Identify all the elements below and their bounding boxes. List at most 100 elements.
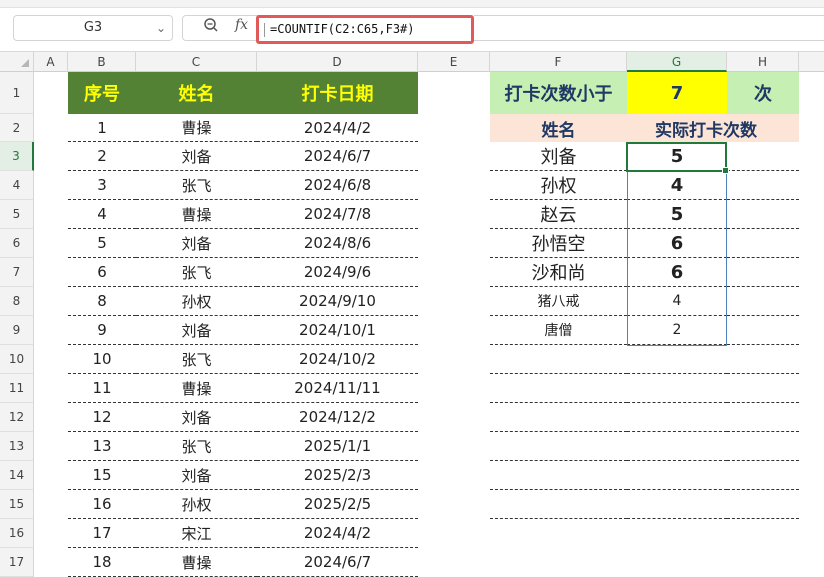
cell-date[interactable]: 2025/1/1 — [257, 432, 418, 461]
row-header[interactable]: 6 — [0, 229, 34, 258]
row-header[interactable]: 13 — [0, 432, 34, 461]
formula-input[interactable]: =COUNTIF(C2:C65,F3#) — [256, 15, 474, 44]
cell-index[interactable]: 5 — [68, 229, 136, 258]
empty-cell[interactable] — [627, 490, 727, 519]
result-name-cell[interactable]: 刘备 — [490, 142, 627, 171]
column-header-c[interactable]: C — [136, 52, 257, 72]
cell-index[interactable]: 10 — [68, 345, 136, 374]
cell-date[interactable]: 2024/6/8 — [257, 171, 418, 200]
cell-index[interactable]: 3 — [68, 171, 136, 200]
criteria-unit-cell[interactable]: 次 — [727, 72, 799, 114]
cell-index[interactable]: 15 — [68, 461, 136, 490]
cell-index[interactable]: 4 — [68, 200, 136, 229]
cell-name[interactable]: 刘备 — [136, 142, 257, 171]
cell-name[interactable]: 宋江 — [136, 519, 257, 548]
cell-index[interactable]: 12 — [68, 403, 136, 432]
result-name-cell[interactable]: 唐僧 — [490, 316, 627, 345]
row-header[interactable]: 15 — [0, 490, 34, 519]
result-name-cell[interactable]: 孙悟空 — [490, 229, 627, 258]
cell-date[interactable]: 2024/9/10 — [257, 287, 418, 316]
cell-date[interactable]: 2024/9/6 — [257, 258, 418, 287]
cell-date[interactable]: 2024/7/8 — [257, 200, 418, 229]
criteria-value-cell[interactable]: 7 — [627, 72, 727, 114]
row-header[interactable]: 10 — [0, 345, 34, 374]
empty-cell[interactable] — [727, 432, 799, 461]
cell-date[interactable]: 2024/10/2 — [257, 345, 418, 374]
fx-icon[interactable]: fx — [235, 17, 248, 33]
formula-input-extension[interactable] — [474, 15, 824, 41]
empty-cell[interactable] — [727, 287, 799, 316]
cell-date[interactable]: 2025/2/3 — [257, 461, 418, 490]
header-index[interactable]: 序号 — [68, 72, 136, 114]
result-header-name[interactable]: 姓名 — [490, 114, 627, 142]
cell-name[interactable]: 孙权 — [136, 490, 257, 519]
cell-name[interactable]: 曹操 — [136, 374, 257, 403]
empty-cell[interactable] — [727, 374, 799, 403]
cell-index[interactable]: 16 — [68, 490, 136, 519]
cell-index[interactable]: 2 — [68, 142, 136, 171]
cell-date[interactable]: 2024/6/7 — [257, 548, 418, 577]
result-name-cell[interactable]: 孙权 — [490, 171, 627, 200]
cell-date[interactable]: 2024/10/1 — [257, 316, 418, 345]
cell-index[interactable]: 1 — [68, 114, 136, 142]
empty-cell[interactable] — [727, 171, 799, 200]
cell-date[interactable]: 2024/11/11 — [257, 374, 418, 403]
name-box[interactable]: G3 ⌄ — [13, 15, 173, 41]
result-name-cell[interactable]: 沙和尚 — [490, 258, 627, 287]
empty-cell[interactable] — [627, 461, 727, 490]
row-header[interactable]: 9 — [0, 316, 34, 345]
cell-date[interactable]: 2025/2/5 — [257, 490, 418, 519]
column-header-h[interactable]: H — [727, 52, 799, 72]
header-date[interactable]: 打卡日期 — [257, 72, 418, 114]
column-header-d[interactable]: D — [257, 52, 418, 72]
cell-name[interactable]: 孙权 — [136, 287, 257, 316]
cell-name[interactable]: 张飞 — [136, 432, 257, 461]
cell-date[interactable]: 2024/8/6 — [257, 229, 418, 258]
empty-cell[interactable] — [727, 490, 799, 519]
cell-date[interactable]: 2024/6/7 — [257, 142, 418, 171]
cell-date[interactable]: 2024/4/2 — [257, 519, 418, 548]
column-header-more[interactable] — [799, 52, 824, 72]
zoom-icon[interactable] — [203, 17, 219, 37]
cell-name[interactable]: 曹操 — [136, 114, 257, 142]
cell-name[interactable]: 曹操 — [136, 200, 257, 229]
cell-name[interactable]: 刘备 — [136, 229, 257, 258]
empty-cell[interactable] — [727, 142, 799, 171]
cell-name[interactable]: 刘备 — [136, 403, 257, 432]
result-name-cell[interactable]: 赵云 — [490, 200, 627, 229]
row-header[interactable]: 1 — [0, 72, 34, 114]
empty-cell[interactable] — [627, 345, 727, 374]
column-header-f[interactable]: F — [490, 52, 627, 72]
cell-name[interactable]: 张飞 — [136, 345, 257, 374]
empty-cell[interactable] — [627, 403, 727, 432]
cell-index[interactable]: 13 — [68, 432, 136, 461]
cell-name[interactable]: 张飞 — [136, 258, 257, 287]
empty-cell[interactable] — [490, 490, 627, 519]
cell-index[interactable]: 18 — [68, 548, 136, 577]
cell-date[interactable]: 2024/4/2 — [257, 114, 418, 142]
empty-cell[interactable] — [727, 461, 799, 490]
cell-index[interactable]: 8 — [68, 287, 136, 316]
row-header[interactable]: 3 — [0, 142, 34, 171]
cell-date[interactable]: 2024/12/2 — [257, 403, 418, 432]
result-header-count[interactable]: 实际打卡次数 — [627, 114, 799, 142]
row-header[interactable]: 16 — [0, 519, 34, 548]
row-header[interactable]: 14 — [0, 461, 34, 490]
empty-cell[interactable] — [727, 229, 799, 258]
row-header[interactable]: 8 — [0, 287, 34, 316]
row-header[interactable]: 2 — [0, 114, 34, 142]
empty-cell[interactable] — [727, 316, 799, 345]
column-header-b[interactable]: B — [68, 52, 136, 72]
row-header[interactable]: 11 — [0, 374, 34, 403]
result-name-cell[interactable]: 猪八戒 — [490, 287, 627, 316]
cell-name[interactable]: 刘备 — [136, 461, 257, 490]
empty-cell[interactable] — [490, 345, 627, 374]
empty-cell[interactable] — [727, 345, 799, 374]
row-header[interactable]: 17 — [0, 548, 34, 577]
cell-index[interactable]: 9 — [68, 316, 136, 345]
row-header[interactable]: 4 — [0, 171, 34, 200]
empty-cell[interactable] — [727, 403, 799, 432]
chevron-down-icon[interactable]: ⌄ — [156, 16, 166, 40]
empty-cell[interactable] — [490, 403, 627, 432]
row-header[interactable]: 12 — [0, 403, 34, 432]
